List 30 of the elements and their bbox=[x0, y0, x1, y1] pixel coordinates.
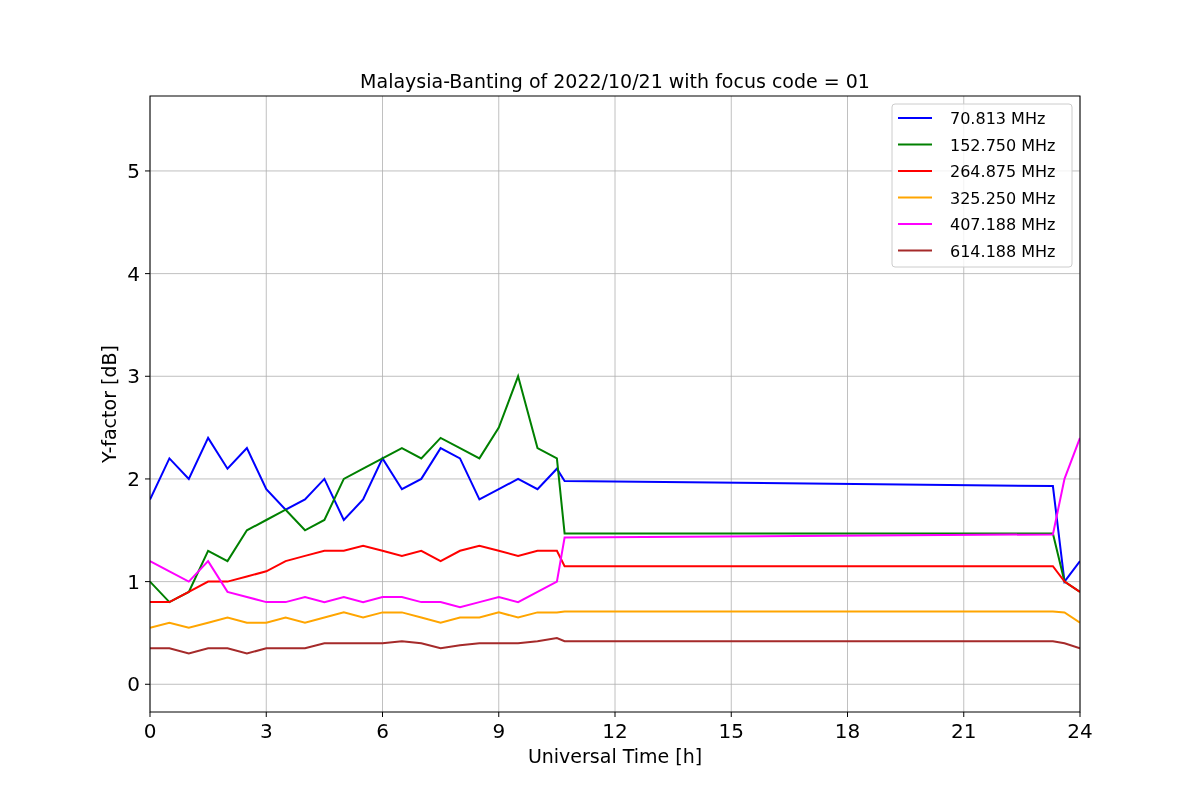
legend-line bbox=[897, 249, 933, 252]
x-tick-label: 24 bbox=[1067, 719, 1093, 743]
x-tick-label: 18 bbox=[834, 719, 861, 743]
legend-label: 264.875 MHz bbox=[950, 162, 1056, 181]
x-tick-label: 21 bbox=[951, 719, 977, 743]
legend-line bbox=[897, 117, 933, 119]
chart-title: Malaysia-Banting of 2022/10/21 with focus code = 01 bbox=[360, 70, 870, 92]
legend-line bbox=[897, 196, 933, 199]
legend-line bbox=[897, 170, 933, 172]
legend-line bbox=[897, 143, 933, 146]
x-axis-label: Universal Time [h] bbox=[527, 745, 703, 767]
legend-label: 70.813 MHz bbox=[950, 109, 1046, 128]
y-tick-label: 2 bbox=[127, 466, 140, 491]
y-tick-label: 3 bbox=[127, 364, 140, 389]
y-tick-label: 1 bbox=[127, 569, 140, 594]
legend-label: 152.750 MHz bbox=[950, 135, 1056, 155]
legend-label: 614.188 MHz bbox=[950, 241, 1056, 261]
x-tick-label: 12 bbox=[602, 719, 628, 743]
legend-label: 325.250 MHz bbox=[950, 188, 1056, 208]
legend-line bbox=[897, 223, 933, 225]
x-tick-label: 15 bbox=[718, 719, 744, 743]
x-tick-label: 9 bbox=[492, 719, 506, 743]
x-tick-label: 6 bbox=[376, 719, 389, 743]
x-tick-label: 3 bbox=[259, 719, 273, 743]
y-tick-label: 0 bbox=[127, 672, 140, 697]
x-tick-label: 0 bbox=[143, 719, 157, 743]
y-tick-label: 5 bbox=[127, 158, 140, 183]
y-tick-label: 4 bbox=[127, 261, 140, 286]
legend-label: 407.188 MHz bbox=[950, 215, 1056, 234]
y-axis-label: Y-factor [dB] bbox=[98, 345, 120, 463]
